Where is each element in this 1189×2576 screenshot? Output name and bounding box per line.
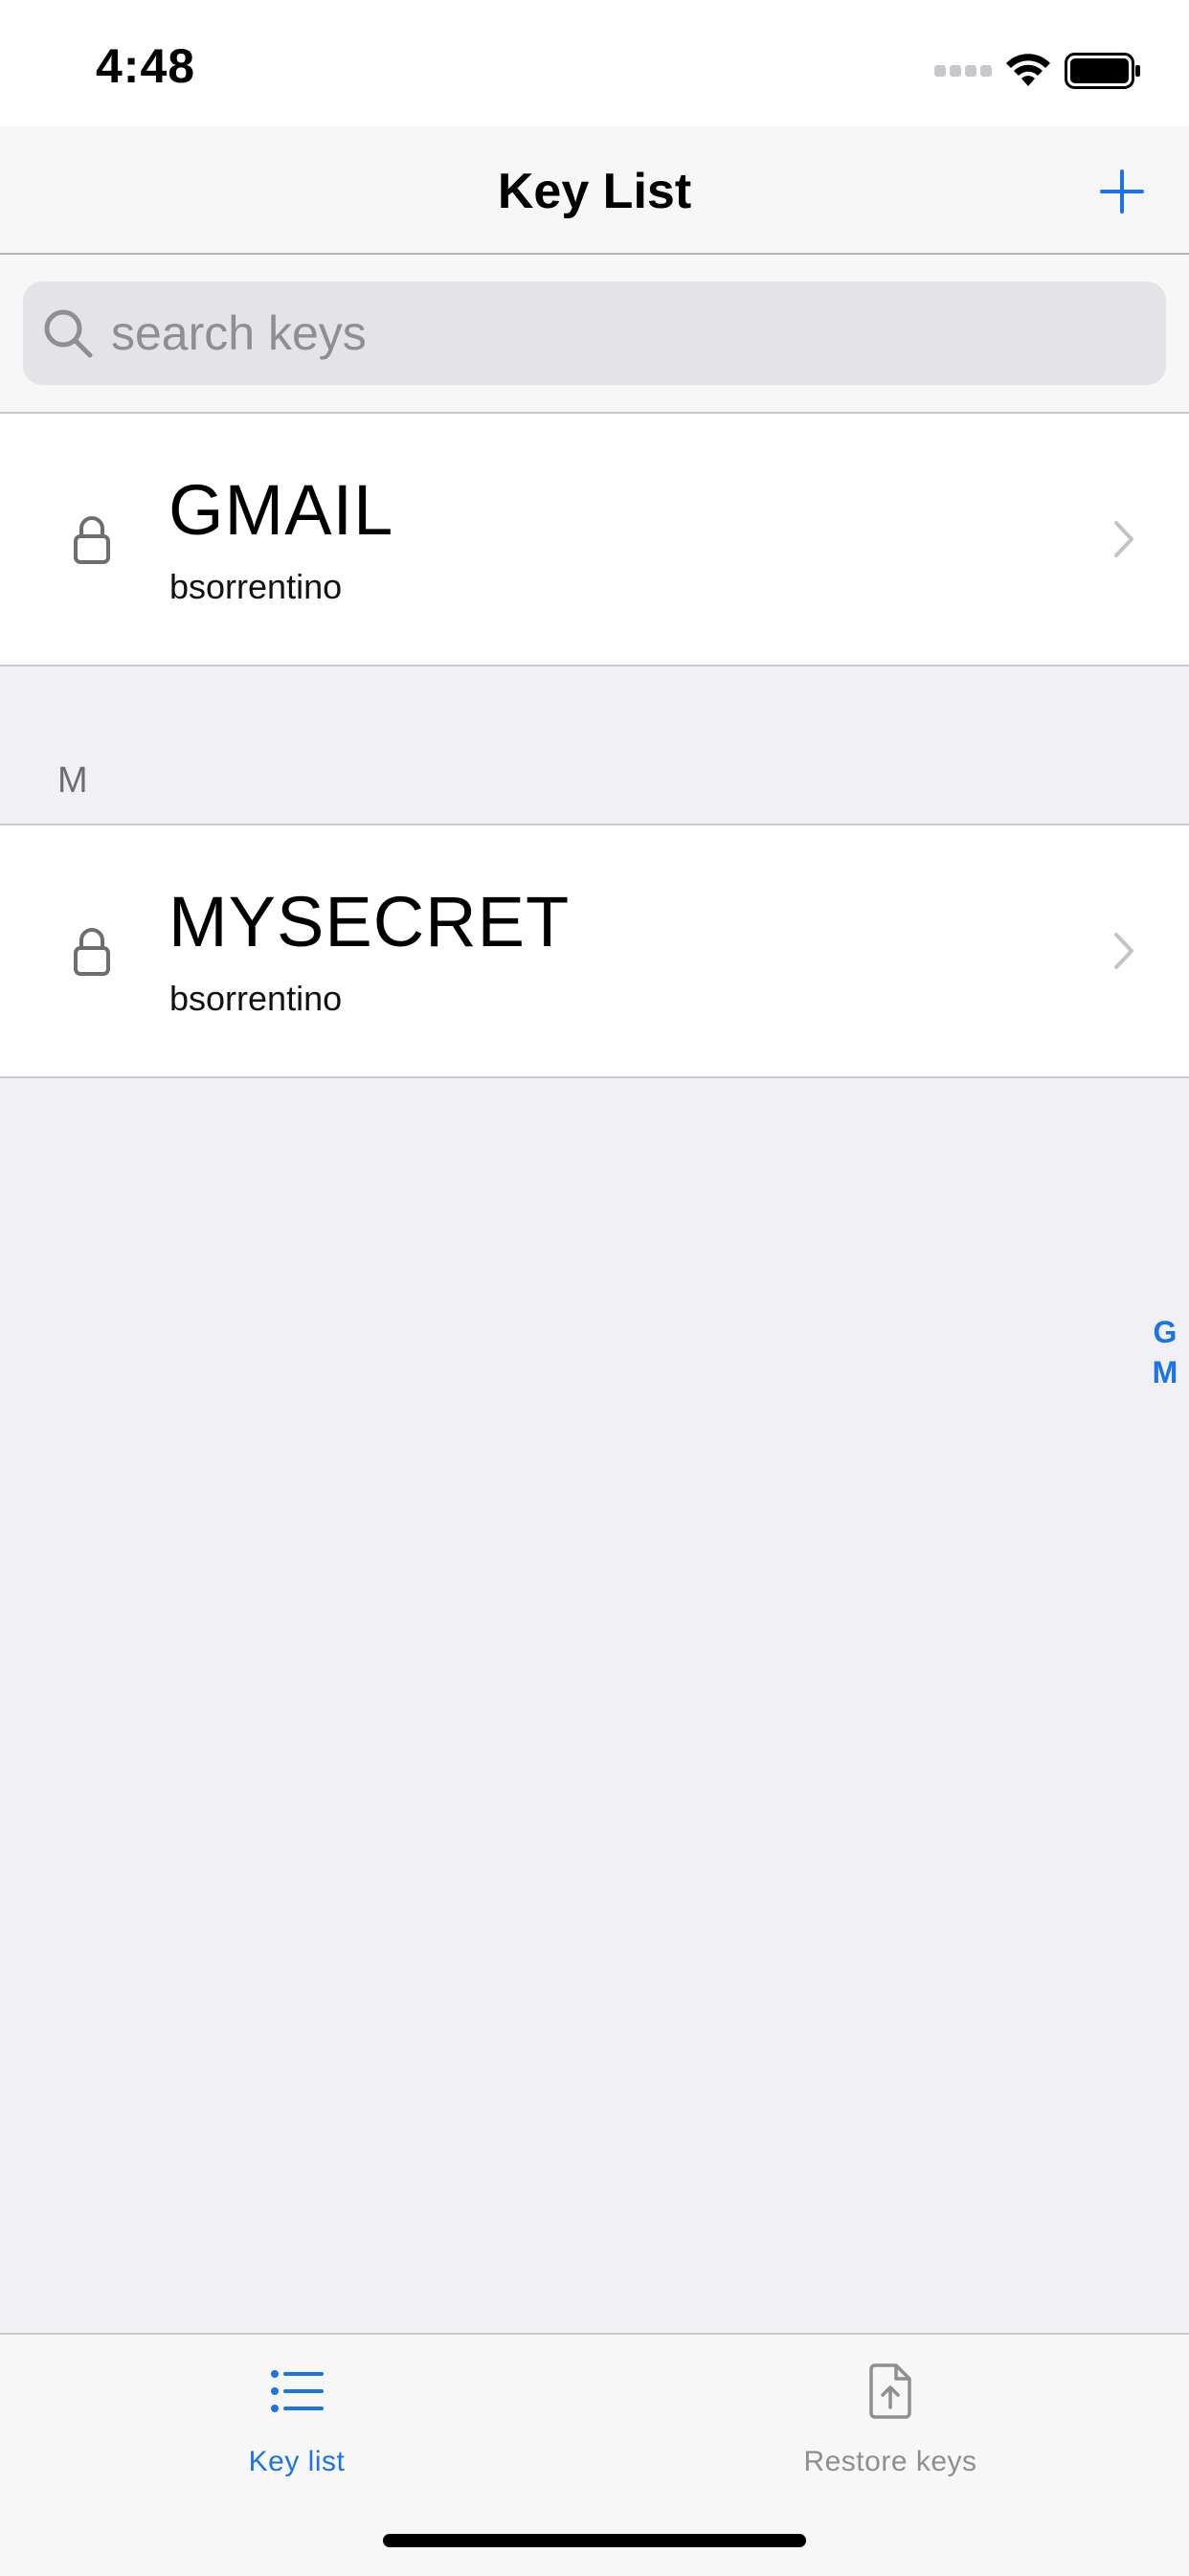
key-username: bsorrentino — [169, 567, 343, 606]
add-key-button[interactable] — [1091, 161, 1153, 222]
status-time: 4:48 — [96, 39, 196, 93]
wifi-icon — [1006, 54, 1050, 86]
list-item-gmail[interactable]: GMAIL bsorrentino — [0, 412, 1189, 667]
status-icons — [934, 52, 1141, 90]
tab-key-list-label: Key list — [248, 2446, 346, 2477]
search-field[interactable] — [23, 282, 1166, 385]
page-title: Key List — [497, 164, 692, 219]
tab-restore-keys[interactable]: Restore keys — [699, 2358, 1082, 2478]
section-header-m: M — [57, 760, 88, 801]
battery-icon — [1065, 53, 1140, 89]
chevron-right-icon — [1114, 933, 1133, 969]
list-icon — [271, 2370, 324, 2412]
key-title: GMAIL — [168, 470, 394, 550]
search-bar — [0, 255, 1189, 414]
index-letter-g[interactable]: G — [1154, 1312, 1178, 1352]
key-username: bsorrentino — [169, 979, 343, 1018]
tab-key-list[interactable]: Key list — [105, 2358, 488, 2478]
chevron-right-icon — [1114, 521, 1133, 557]
key-title: MYSECRET — [168, 882, 571, 961]
lock-icon — [74, 928, 110, 976]
status-bar: 4:48 — [0, 0, 1189, 126]
navigation-bar: Key List — [0, 126, 1189, 255]
plus-icon — [1100, 169, 1144, 214]
search-icon — [44, 309, 93, 358]
search-input[interactable] — [109, 305, 1118, 362]
section-index: G M — [1151, 1312, 1179, 1392]
cellular-signal-icon — [934, 65, 992, 77]
lock-icon — [74, 516, 110, 564]
document-upload-icon — [869, 2363, 911, 2419]
list-item-mysecret[interactable]: MYSECRET bsorrentino — [0, 824, 1189, 1078]
home-indicator[interactable] — [383, 2534, 806, 2547]
index-letter-m[interactable]: M — [1153, 1352, 1178, 1392]
tab-restore-keys-label: Restore keys — [803, 2446, 977, 2477]
